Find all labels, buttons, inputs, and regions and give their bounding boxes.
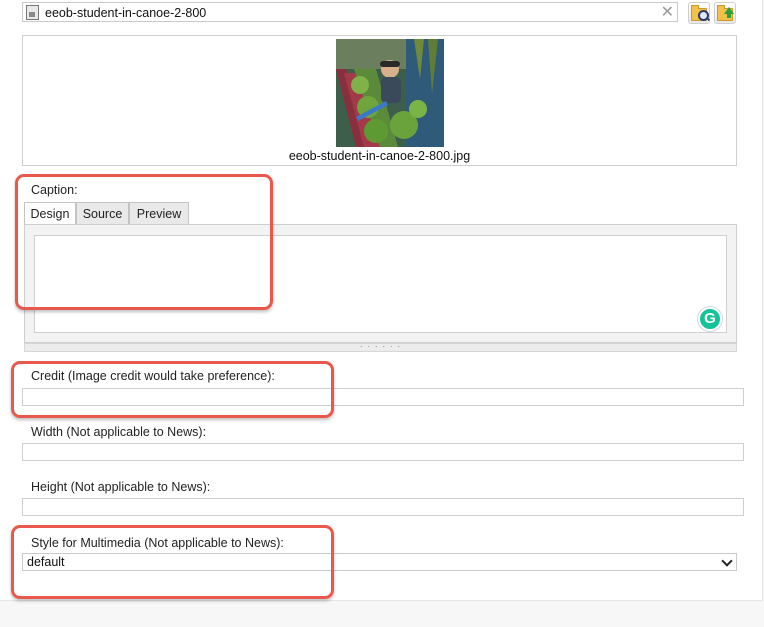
image-picker-field[interactable]: eeob-student-in-canoe-2-800 ✕ — [22, 2, 678, 22]
tab-preview[interactable]: Preview — [129, 202, 189, 225]
editor-resize-handle[interactable]: · · · · · · — [24, 342, 737, 352]
tab-design[interactable]: Design — [24, 202, 76, 226]
image-file-icon — [26, 5, 39, 20]
page: eeob-student-in-canoe-2-800 ✕ eeob-stude… — [0, 0, 764, 627]
image-picker-value: eeob-student-in-canoe-2-800 — [45, 6, 207, 20]
style-select[interactable]: default — [22, 553, 737, 571]
upload-arrow-icon — [724, 7, 734, 18]
upload-image-button[interactable] — [714, 2, 736, 24]
width-input[interactable] — [22, 443, 744, 461]
chevron-down-icon — [721, 555, 733, 567]
image-filename: eeob-student-in-canoe-2-800.jpg — [288, 149, 471, 163]
credit-label: Credit (Image credit would take preferen… — [31, 369, 275, 383]
browse-image-button[interactable] — [688, 2, 710, 24]
magnifier-icon — [698, 10, 709, 21]
image-thumbnail[interactable] — [336, 39, 444, 147]
credit-input[interactable] — [22, 388, 744, 406]
height-input[interactable] — [22, 498, 744, 516]
tab-source[interactable]: Source — [76, 202, 129, 225]
canoe-photo — [336, 39, 444, 147]
image-properties-panel: eeob-student-in-canoe-2-800 ✕ eeob-stude… — [0, 0, 763, 601]
clear-icon[interactable]: ✕ — [661, 3, 674, 22]
style-label: Style for Multimedia (Not applicable to … — [31, 536, 284, 550]
image-preview-box: eeob-student-in-canoe-2-800.jpg — [22, 35, 737, 166]
caption-editor[interactable] — [34, 235, 727, 333]
style-select-value: default — [27, 555, 65, 569]
caption-label: Caption: — [31, 183, 78, 197]
grammarly-icon[interactable]: G — [698, 307, 722, 331]
height-label: Height (Not applicable to News): — [31, 480, 211, 494]
width-label: Width (Not applicable to News): — [31, 425, 207, 439]
